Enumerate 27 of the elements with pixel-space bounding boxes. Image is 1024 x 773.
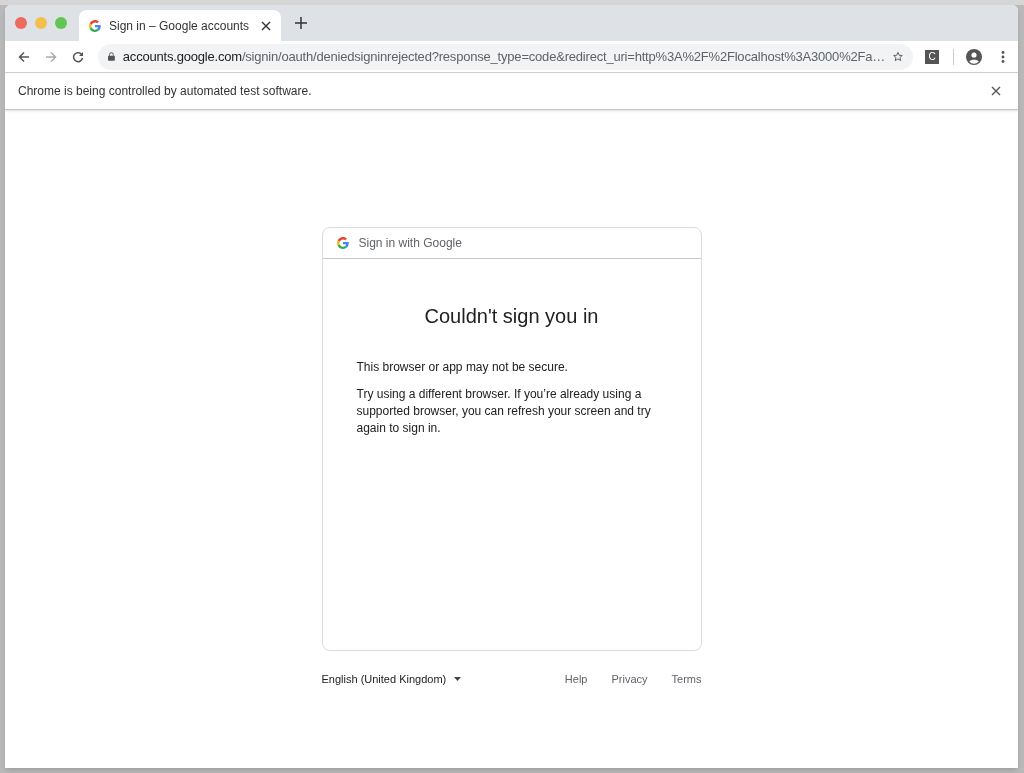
url-host: accounts.google.com <box>122 48 242 64</box>
google-logo-icon <box>89 19 101 32</box>
url-path: /signin/oauth/deniedsigninrejected?response_type=code&redirect_uri=http%3A%2F%2Flocalhost%3A3000%2Fa… <box>241 48 886 64</box>
message-paragraph: Try using a different browser. If you’re already using a supported browser, you can refresh your screen and try again to sign in. <box>356 386 652 437</box>
account-icon[interactable] <box>966 48 982 65</box>
new-tab-icon[interactable] <box>295 17 307 29</box>
star-icon[interactable] <box>893 50 903 63</box>
browser-tab[interactable]: Sign in – Google accounts <box>79 10 281 41</box>
close-tab-icon[interactable] <box>261 20 271 31</box>
language-selector[interactable]: English (United Kingdom) <box>321 671 462 688</box>
message-paragraph: This browser or app may not be secure. <box>356 359 569 376</box>
menu-icon[interactable] <box>1001 50 1005 63</box>
lock-icon <box>108 51 115 62</box>
tab-title: Sign in – Google accounts <box>109 17 251 35</box>
close-icon[interactable] <box>991 86 1001 96</box>
back-icon[interactable] <box>18 50 30 63</box>
extension-button[interactable]: C <box>925 49 939 64</box>
footer-link[interactable]: Privacy <box>611 671 648 688</box>
google-logo-icon <box>336 237 349 249</box>
info-message: Chrome is being controlled by automated test software. <box>18 83 313 100</box>
footer-link[interactable]: Terms <box>671 671 702 688</box>
card-header: Sign in with Google <box>358 235 462 252</box>
address-bar[interactable]: accounts.google.com/signin/oauth/deniedsigninrejected?response_type=code&redirect_uri=http%3A%2F%2Flocalhost%3A3000%2Fa… <box>98 43 913 70</box>
reload-icon[interactable] <box>72 50 84 63</box>
dropdown-caret-icon <box>454 677 462 682</box>
card-title: Couldn't sign you in <box>423 304 600 329</box>
footer-link[interactable]: Help <box>564 671 588 688</box>
